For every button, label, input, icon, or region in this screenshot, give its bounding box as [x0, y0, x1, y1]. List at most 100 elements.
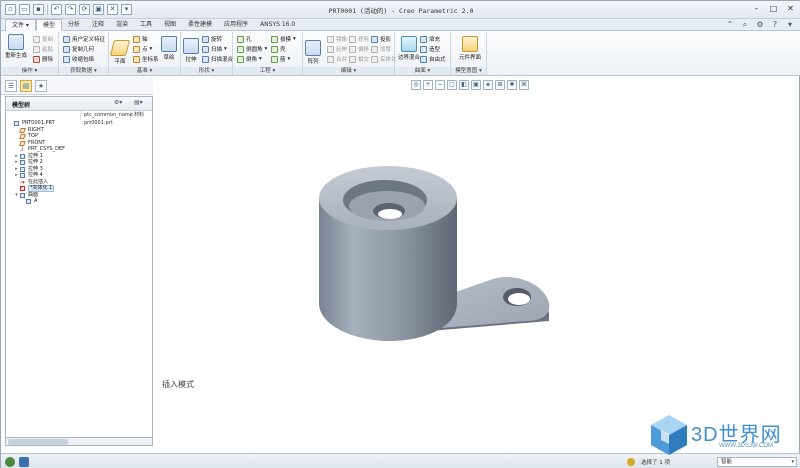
shapes-group-label: 形状 — [198, 68, 210, 74]
column-header[interactable] — [6, 111, 81, 120]
copy-geometry-button[interactable]: 复制几何 — [63, 45, 94, 53]
column-header[interactable]: 材料 — [131, 111, 152, 120]
model-intent-group-label: 模型意图 — [455, 68, 478, 74]
sweep-button[interactable]: 扫描 ▾ — [202, 45, 227, 53]
round-button[interactable]: 倒圆角 ▾ — [237, 45, 267, 53]
help-dropdown-icon[interactable]: ▾ — [785, 20, 795, 30]
boundary-blend-button[interactable]: 边界混合 — [398, 36, 420, 61]
repaint-icon[interactable]: ▢ — [447, 80, 457, 90]
chamfer-label: 倒角 — [246, 57, 258, 63]
tree-node[interactable]: A — [6, 198, 152, 205]
point-button[interactable]: 点 ▾ — [133, 45, 152, 53]
horizontal-scrollbar[interactable] — [5, 437, 153, 446]
rib-button[interactable]: 筋 ▾ — [271, 55, 290, 63]
csys-button[interactable]: 坐标系 — [133, 55, 159, 63]
group-label: 工程 ▾ — [233, 67, 302, 75]
tab-annotate[interactable]: 注释 — [86, 19, 110, 31]
shell-button[interactable]: 壳 — [271, 45, 286, 53]
delete-label: 删除 — [42, 57, 54, 63]
group-label: 获取数据 ▾ — [59, 67, 108, 75]
spin-center-icon[interactable]: ✱ — [507, 80, 517, 90]
close-icon[interactable]: ✕ — [784, 3, 797, 15]
chamfer-button[interactable]: 倒角 ▾ — [237, 55, 262, 63]
hole-button[interactable]: 孔 — [237, 35, 252, 43]
udf-button[interactable]: 用户定义特征 — [63, 35, 105, 43]
model-tree-tab-icon[interactable]: ☰ — [5, 80, 17, 92]
trim-button[interactable]: 修剪 — [349, 35, 369, 43]
selection-filter-value: 智能 — [721, 459, 733, 465]
extend-button[interactable]: 延伸 — [327, 45, 347, 53]
solidify-button[interactable]: 实体化 — [371, 55, 397, 63]
merge-button[interactable]: 合并 — [327, 55, 347, 63]
tab-applications[interactable]: 应用程序 — [218, 19, 254, 31]
copy-button[interactable]: 复制 — [33, 35, 53, 43]
refit-icon[interactable]: ◎ — [411, 80, 421, 90]
delete-button[interactable]: 删除 — [33, 55, 53, 63]
tree-node-label: A — [34, 198, 38, 204]
tree-settings-icon[interactable]: ⚙▾ — [114, 99, 132, 109]
paste-button[interactable]: 粘贴 — [33, 45, 53, 53]
tree-show-icon[interactable]: ▤▾ — [134, 99, 152, 109]
help-icon[interactable]: ? — [770, 20, 780, 30]
part-icon — [14, 121, 19, 126]
saved-views-icon[interactable]: ▣ — [471, 80, 481, 90]
swept-blend-button[interactable]: 扫描混合 — [202, 55, 233, 63]
display-style-icon[interactable]: ◈ — [483, 80, 493, 90]
regenerate-button[interactable]: 重新生成 — [5, 34, 27, 59]
part-model[interactable] — [157, 95, 799, 453]
pattern-button[interactable]: 阵列 — [305, 40, 321, 65]
udf-label: 用户定义特征 — [72, 37, 106, 43]
zoom-in-icon[interactable]: + — [423, 80, 433, 90]
revolve-button[interactable]: 旋转 — [202, 35, 222, 43]
tab-file[interactable]: 文件 ▾ — [5, 19, 36, 31]
thicken-button[interactable]: 加厚 — [371, 45, 391, 53]
component-interface-icon — [462, 36, 478, 52]
fill-button[interactable]: 填充 — [420, 35, 440, 43]
sketch-button[interactable]: 草绘 — [161, 36, 177, 61]
offset-button[interactable]: 偏移 — [349, 45, 369, 53]
axis-button[interactable]: 轴 — [133, 35, 148, 43]
project-button[interactable]: 投影 — [371, 35, 391, 43]
intersect-button[interactable]: 相交 — [349, 55, 369, 63]
tab-render[interactable]: 渲染 — [110, 19, 134, 31]
extrude-icon — [20, 153, 25, 159]
mirror-button[interactable]: 镜像 — [327, 35, 347, 43]
datum-display-icon[interactable]: ⊞ — [495, 80, 505, 90]
plane-button[interactable]: 平面 — [109, 40, 131, 65]
tab-ansys[interactable]: ANSYS 16.0 — [254, 19, 301, 31]
tab-analysis[interactable]: 分析 — [62, 19, 86, 31]
sweep-label: 扫描 — [211, 47, 223, 53]
status-ok-icon[interactable] — [5, 457, 15, 467]
tab-model[interactable]: 模型 — [35, 19, 62, 31]
scrollbar-thumb[interactable] — [8, 439, 68, 445]
draft-button[interactable]: 拔模 ▾ — [271, 35, 296, 43]
settings-icon[interactable]: ⚙ — [755, 20, 765, 30]
maximize-icon[interactable]: □ — [767, 3, 780, 15]
graphics-area[interactable]: 插入模式 — [157, 95, 799, 453]
shrinkwrap-button[interactable]: 收缩包络 — [63, 55, 94, 63]
column-header[interactable]: ptc_common_name — [81, 111, 133, 120]
tab-flexible-modeling[interactable]: 柔性建模 — [182, 19, 218, 31]
surface-icon — [20, 192, 25, 198]
favorites-tab-icon[interactable]: ★ — [35, 80, 47, 92]
freestyle-button[interactable]: 自由式 — [420, 55, 446, 63]
tab-view[interactable]: 视图 — [158, 19, 182, 31]
annotation-display-icon[interactable]: ⌘ — [519, 80, 529, 90]
component-interface-button[interactable]: 元件界面 — [459, 36, 481, 61]
style-button[interactable]: 造型 — [420, 45, 440, 53]
zoom-out-icon[interactable]: − — [435, 80, 445, 90]
window-controls: – □ ✕ — [750, 3, 797, 15]
search-icon[interactable]: ⌕ — [740, 20, 750, 30]
minimize-ribbon-icon[interactable]: ⌃ — [725, 20, 735, 30]
pattern-icon — [305, 40, 321, 56]
extrude-button[interactable]: 拉伸 — [183, 38, 199, 63]
selection-filter[interactable]: 智能 ▾ — [717, 457, 797, 467]
folder-browser-tab-icon[interactable]: ▤ — [20, 80, 32, 92]
minimize-icon[interactable]: – — [750, 3, 763, 15]
message-log-icon[interactable] — [19, 457, 29, 467]
extend-icon — [327, 45, 334, 53]
style-label: 造型 — [429, 47, 441, 53]
group-engineering: 孔 倒圆角 ▾ 倒角 ▾ 拔模 ▾ 壳 筋 ▾ 工程 ▾ — [233, 32, 303, 75]
shading-icon[interactable]: ◧ — [459, 80, 469, 90]
tab-tools[interactable]: 工具 — [134, 19, 158, 31]
